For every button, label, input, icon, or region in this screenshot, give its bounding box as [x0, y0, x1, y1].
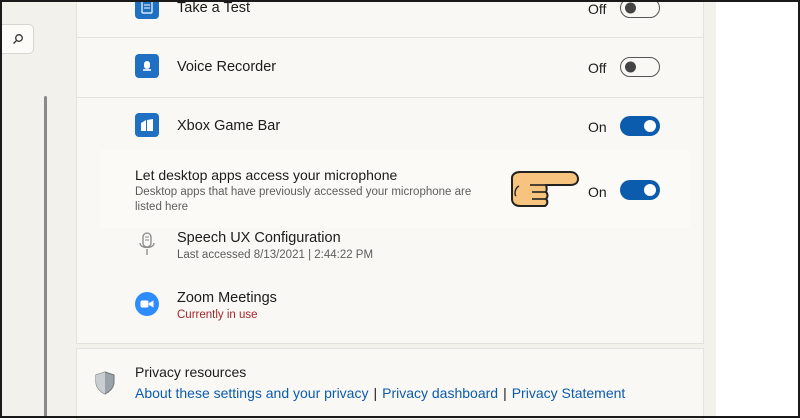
microphone-icon	[139, 232, 155, 255]
toggle-state: On	[588, 119, 607, 135]
toggle-state: Off	[588, 1, 607, 17]
pointing-hand-icon	[511, 171, 579, 207]
privacy-statement-link[interactable]: Privacy Statement	[512, 385, 626, 401]
toggle-state: Off	[588, 60, 607, 76]
last-accessed: Last accessed 8/13/2021 | 2:44:22 PM	[177, 249, 374, 261]
desktop-apps-toggle[interactable]	[620, 180, 660, 200]
search-icon	[12, 34, 23, 44]
take-a-test-icon	[135, 0, 159, 19]
link-separator: |	[503, 385, 507, 401]
zoom-icon	[135, 292, 159, 316]
in-use-status: Currently in use	[177, 309, 258, 321]
link-separator: |	[373, 385, 378, 401]
app-name: Voice Recorder	[177, 59, 277, 75]
voice-recorder-toggle[interactable]	[620, 57, 660, 77]
search-button[interactable]	[2, 24, 34, 54]
privacy-title: Privacy resources	[135, 364, 247, 380]
take-a-test-toggle[interactable]	[620, 0, 660, 18]
privacy-card	[76, 348, 704, 420]
privacy-dashboard-link[interactable]: Privacy dashboard	[382, 385, 498, 401]
setting-title: Let desktop apps access your microphone	[135, 167, 398, 183]
nav-scrollbar[interactable]	[44, 96, 47, 418]
voice-recorder-icon	[135, 54, 159, 78]
toggle-state: On	[588, 184, 607, 200]
app-name: Take a Test	[177, 0, 251, 16]
xbox-game-bar-icon	[135, 113, 159, 137]
setting-description: Desktop apps that have previously access…	[135, 186, 472, 213]
right-margin	[716, 0, 800, 418]
app-name: Xbox Game Bar	[177, 118, 281, 134]
xbox-game-bar-toggle[interactable]	[620, 116, 660, 136]
divider	[76, 97, 704, 98]
privacy-links: About these settings and your privacy | Pr…	[135, 385, 625, 401]
shield-icon	[95, 371, 115, 395]
about-settings-link[interactable]: About these settings and your privacy	[135, 385, 368, 401]
navigation-pane	[0, 0, 76, 418]
divider	[76, 37, 704, 38]
app-name: Zoom Meetings	[177, 290, 277, 306]
app-name: Speech UX Configuration	[177, 230, 341, 246]
